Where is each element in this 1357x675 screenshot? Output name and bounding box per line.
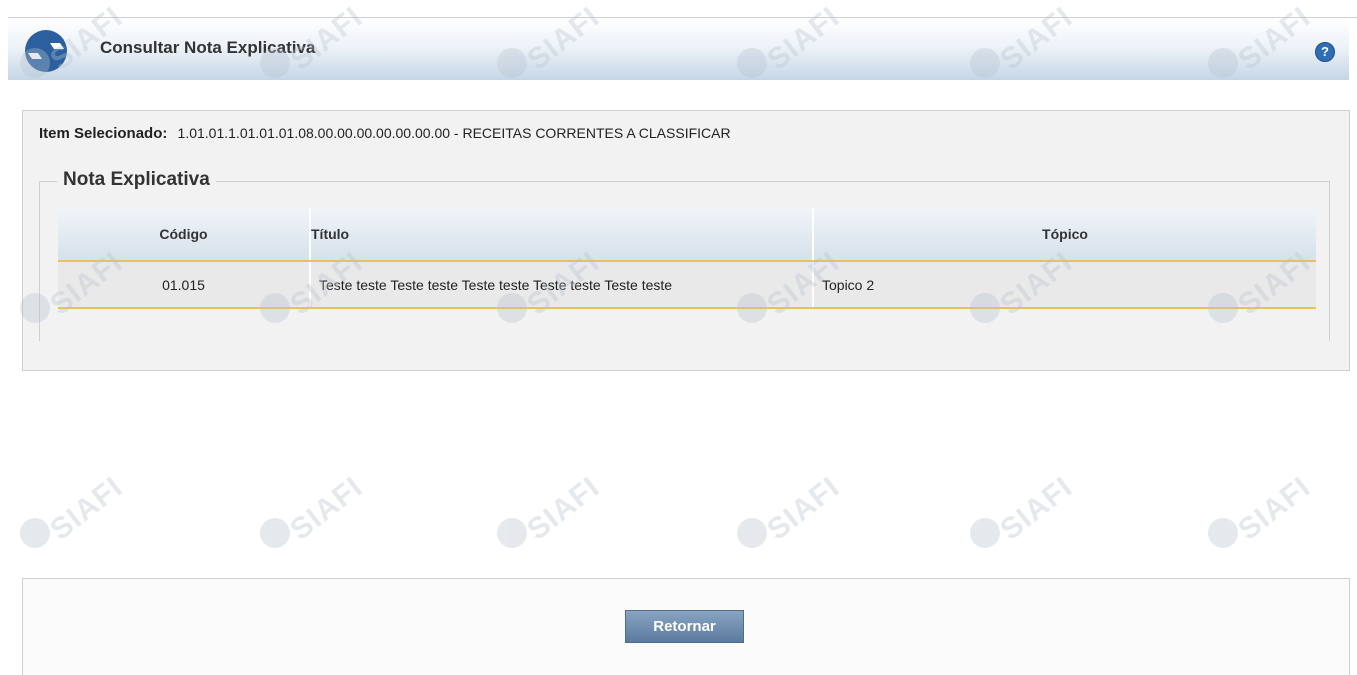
column-header-topico[interactable]: Tópico: [812, 208, 1316, 262]
watermark-logo-icon: [20, 518, 50, 548]
cell-titulo: Teste teste Teste teste Teste teste Test…: [309, 261, 813, 309]
selected-item-value: 1.01.01.1.01.01.01.08.00.00.00.00.00.00.…: [177, 125, 731, 141]
watermark-logo-icon: [970, 518, 1000, 548]
watermark-text: SIAFI: [994, 470, 1079, 547]
watermark-logo-icon: [737, 518, 767, 548]
section-legend: Nota Explicativa: [57, 169, 216, 191]
watermark-logo-icon: [497, 518, 527, 548]
siafi-watermark: SIAFI: [20, 470, 130, 550]
siafi-watermark: SIAFI: [970, 470, 1080, 550]
action-bar: Retornar: [22, 578, 1350, 675]
page-header: Consultar Nota Explicativa ?: [8, 18, 1349, 80]
siafi-watermark: SIAFI: [260, 470, 370, 550]
watermark-text: SIAFI: [1232, 470, 1317, 547]
selected-item: Item Selecionado: 1.01.01.1.01.01.01.08.…: [39, 125, 731, 142]
siafi-watermark: SIAFI: [1208, 470, 1318, 550]
table-row[interactable]: 01.015 Teste teste Teste teste Teste tes…: [58, 261, 1316, 309]
cell-topico: Topico 2: [812, 261, 1316, 309]
page-title: Consultar Nota Explicativa: [100, 38, 316, 57]
watermark-logo-icon: [260, 518, 290, 548]
cell-codigo: 01.015: [58, 261, 310, 309]
column-header-codigo[interactable]: Código: [58, 208, 310, 262]
watermark-text: SIAFI: [521, 470, 606, 547]
main-panel: Item Selecionado: 1.01.01.1.01.01.01.08.…: [22, 110, 1350, 371]
siafi-logo-icon: [24, 29, 68, 73]
notes-table: Código Título Tópico 01.015 Teste teste …: [58, 208, 1316, 309]
selected-item-label: Item Selecionado:: [39, 125, 168, 142]
watermark-text: SIAFI: [44, 470, 129, 547]
siafi-watermark: SIAFI: [737, 470, 847, 550]
watermark-text: SIAFI: [761, 470, 846, 547]
watermark-logo-icon: [1208, 518, 1238, 548]
siafi-watermark: SIAFI: [497, 470, 607, 550]
return-button[interactable]: Retornar: [625, 610, 744, 643]
column-header-titulo[interactable]: Título: [309, 208, 813, 262]
watermark-text: SIAFI: [284, 470, 369, 547]
help-icon[interactable]: ?: [1315, 42, 1335, 62]
